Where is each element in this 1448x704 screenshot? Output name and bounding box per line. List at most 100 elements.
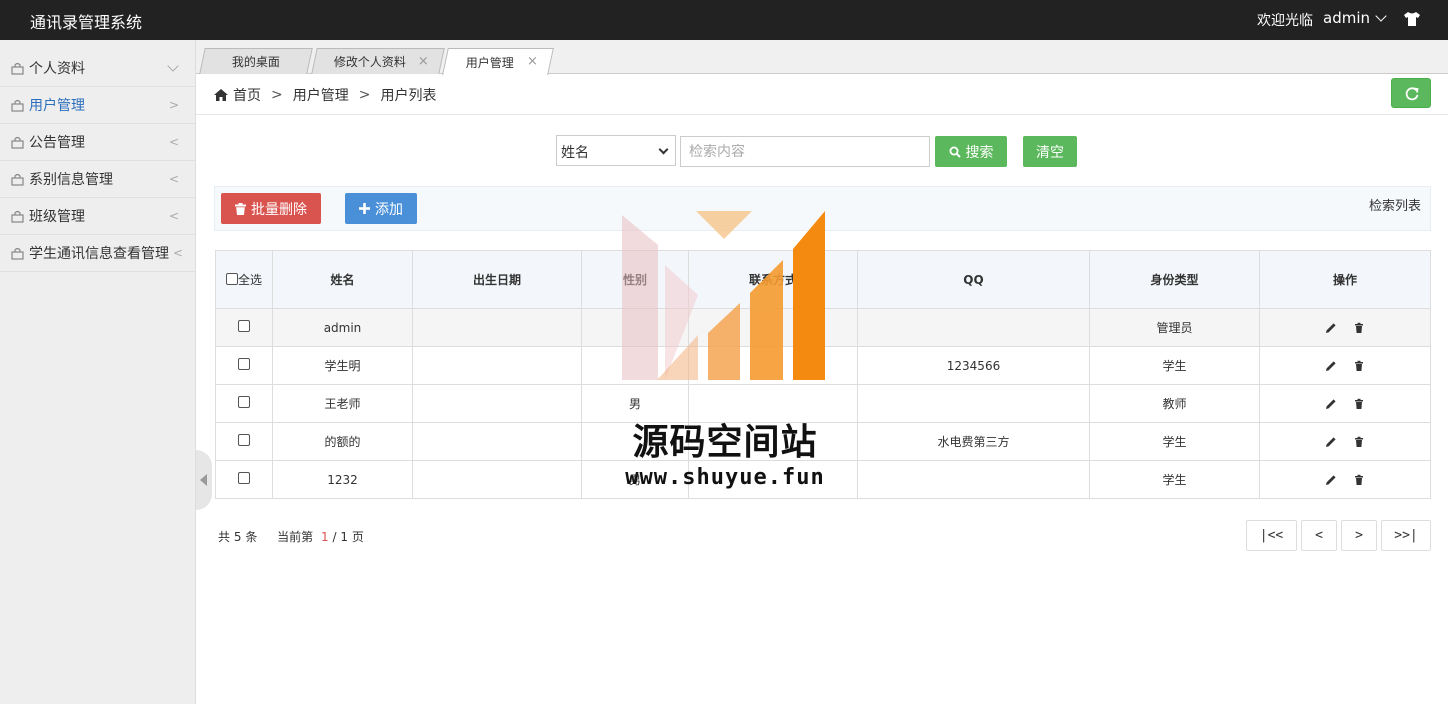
cell-role: 学生 xyxy=(1089,422,1260,461)
trash-icon[interactable] xyxy=(1353,474,1365,486)
add-button[interactable]: 添加 xyxy=(345,193,417,224)
cell-name: admin xyxy=(272,308,413,347)
last-page-button[interactable]: >>| xyxy=(1381,520,1431,551)
breadcrumb: 首页 > 用户管理 > 用户列表 xyxy=(214,85,436,105)
cell-qq: 1234566 xyxy=(857,346,1090,385)
tab-user-management[interactable]: 用户管理 × xyxy=(442,48,554,75)
breadcrumb-level1[interactable]: 用户管理 xyxy=(293,85,349,105)
chevron-down-icon xyxy=(658,144,669,155)
user-menu[interactable]: admin xyxy=(1323,9,1387,27)
plus-icon xyxy=(359,203,370,214)
search-field-select[interactable]: 姓名 xyxy=(556,135,676,166)
sidebar-item-profile[interactable]: 个人资料 xyxy=(0,50,195,87)
current-page: 1 xyxy=(321,530,329,544)
batch-delete-button[interactable]: 批量删除 xyxy=(221,193,321,224)
search-icon xyxy=(949,146,961,158)
cell-name: 王老师 xyxy=(272,384,413,423)
row-checkbox[interactable] xyxy=(238,358,250,370)
row-checkbox[interactable] xyxy=(238,396,250,408)
welcome-text: 欢迎光临 xyxy=(1257,13,1313,29)
sidebar-item-announcements[interactable]: 公告管理 < xyxy=(0,124,195,161)
sidebar-item-user-management[interactable]: 用户管理 > xyxy=(0,87,195,124)
column-header[interactable]: 出生日期 xyxy=(412,250,582,309)
edit-pencil-icon[interactable] xyxy=(1325,398,1337,410)
page-count: 1 xyxy=(340,530,348,544)
edit-pencil-icon[interactable] xyxy=(1325,360,1337,372)
cell-actions xyxy=(1259,346,1431,385)
cell-birth xyxy=(412,422,582,461)
column-header[interactable]: 身份类型 xyxy=(1089,250,1260,309)
breadcrumb-home[interactable]: 首页 xyxy=(233,85,261,105)
clear-button[interactable]: 清空 xyxy=(1023,136,1077,167)
watermark-text: 源码空间站 xyxy=(632,422,818,463)
column-header[interactable]: QQ xyxy=(857,250,1090,309)
bag-icon xyxy=(11,99,24,112)
chevron-right-icon: > xyxy=(168,98,179,112)
select-all-checkbox[interactable] xyxy=(225,272,238,285)
tab-label: 用户管理 xyxy=(465,55,514,70)
tab-edit-profile[interactable]: 修改个人资料 × xyxy=(311,48,445,74)
sidebar-item-label: 班级管理 xyxy=(29,209,85,225)
edit-pencil-icon[interactable] xyxy=(1325,322,1337,334)
total-count: 5 xyxy=(233,530,242,544)
tab-desktop[interactable]: 我的桌面 xyxy=(199,48,313,74)
breadcrumb-separator: > xyxy=(358,87,371,103)
close-icon[interactable]: × xyxy=(527,54,538,69)
sidebar-item-student-contacts[interactable]: 学生通讯信息查看管理 < xyxy=(0,235,195,272)
username: admin xyxy=(1323,9,1370,27)
column-header: 操作 xyxy=(1259,250,1431,309)
sidebar-item-label: 个人资料 xyxy=(29,61,85,77)
column-header[interactable]: 联系方式 xyxy=(688,250,858,309)
clear-button-label: 清空 xyxy=(1036,144,1064,161)
sidebar-collapse-toggle[interactable] xyxy=(196,450,212,510)
select-all-header: 全选 xyxy=(215,250,273,309)
close-icon[interactable]: × xyxy=(418,54,429,69)
row-checkbox[interactable] xyxy=(238,320,250,332)
cell-name: 的额的 xyxy=(272,422,413,461)
first-page-button[interactable]: |<< xyxy=(1246,520,1297,551)
bag-icon xyxy=(11,136,24,149)
total-prefix: 共 xyxy=(218,530,231,544)
search-button[interactable]: 搜索 xyxy=(935,136,1007,167)
cell-birth xyxy=(412,460,582,499)
trash-icon[interactable] xyxy=(1353,398,1365,410)
prev-page-button[interactable]: < xyxy=(1301,520,1337,551)
sidebar: 个人资料 用户管理 > 公告管理 < 系别信息管理 < 班级管理 < 学生通讯信… xyxy=(0,40,196,704)
next-page-button[interactable]: > xyxy=(1341,520,1377,551)
table-row[interactable]: 学生明 1234566 学生 xyxy=(215,346,1431,385)
sidebar-item-classes[interactable]: 班级管理 < xyxy=(0,198,195,235)
sidebar-item-label: 学生通讯信息查看管理 xyxy=(29,246,169,262)
column-header[interactable]: 性别 xyxy=(581,250,689,309)
bag-icon xyxy=(11,62,24,75)
home-icon xyxy=(214,89,228,101)
row-select-cell xyxy=(215,308,273,347)
row-select-cell xyxy=(215,384,273,423)
sidebar-item-label: 公告管理 xyxy=(29,135,85,151)
trash-icon[interactable] xyxy=(1353,436,1365,448)
cell-role: 学生 xyxy=(1089,346,1260,385)
cell-actions xyxy=(1259,460,1431,499)
table-row[interactable]: admin 管理员 xyxy=(215,308,1431,347)
refresh-button[interactable] xyxy=(1391,78,1431,108)
search-button-label: 搜索 xyxy=(965,144,994,161)
cell-birth xyxy=(412,384,582,423)
cell-role: 学生 xyxy=(1089,460,1260,499)
chevron-left-icon: < xyxy=(168,209,179,223)
trash-icon[interactable] xyxy=(1353,360,1365,372)
row-select-cell xyxy=(215,460,273,499)
theme-shirt-icon[interactable] xyxy=(1403,11,1421,27)
cell-name: 学生明 xyxy=(272,346,413,385)
cell-qq: 水电费第三方 xyxy=(857,422,1090,461)
tab-label: 修改个人资料 xyxy=(333,55,406,69)
edit-pencil-icon[interactable] xyxy=(1325,436,1337,448)
app-title: 通讯录管理系统 xyxy=(30,13,143,32)
trash-icon[interactable] xyxy=(1353,322,1365,334)
sidebar-item-departments[interactable]: 系别信息管理 < xyxy=(0,161,195,198)
row-checkbox[interactable] xyxy=(238,434,250,446)
edit-pencil-icon[interactable] xyxy=(1325,474,1337,486)
select-all-label: 全选 xyxy=(237,272,262,287)
row-checkbox[interactable] xyxy=(238,472,250,484)
column-header[interactable]: 姓名 xyxy=(272,250,413,309)
add-button-label: 添加 xyxy=(375,201,403,218)
search-input[interactable] xyxy=(680,136,930,167)
